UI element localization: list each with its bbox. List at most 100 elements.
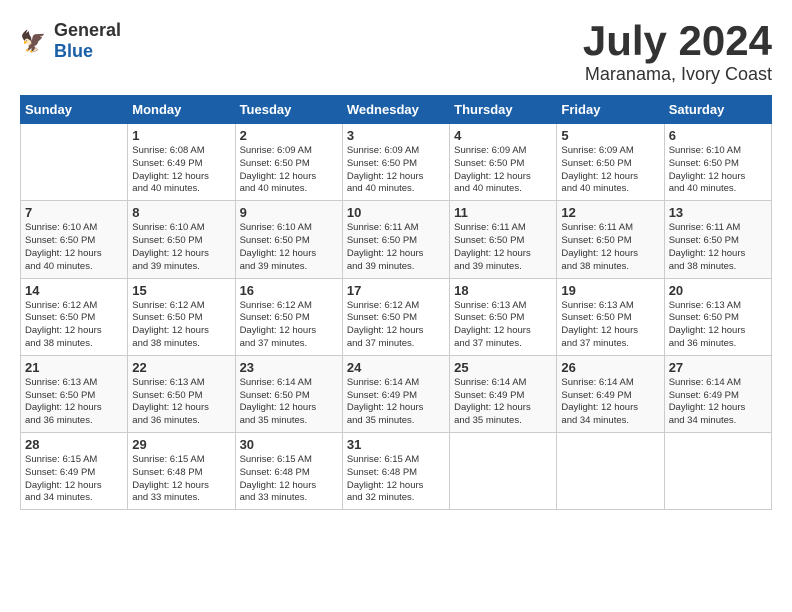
calendar-cell: 19 Sunrise: 6:13 AM Sunset: 6:50 PM Dayli… (557, 278, 664, 355)
day-info: Sunrise: 6:09 AM Sunset: 6:50 PM Dayligh… (347, 145, 445, 196)
day-info: Sunrise: 6:10 AM Sunset: 6:50 PM Dayligh… (669, 145, 767, 196)
calendar-table: SundayMondayTuesdayWednesdayThursdayFrid… (20, 95, 772, 510)
calendar-cell: 10 Sunrise: 6:11 AM Sunset: 6:50 PM Dayli… (342, 201, 449, 278)
calendar-cell: 24 Sunrise: 6:14 AM Sunset: 6:49 PM Dayli… (342, 355, 449, 432)
logo-blue: Blue (54, 41, 93, 61)
logo-general: General (54, 20, 121, 40)
day-number: 31 (347, 437, 445, 452)
calendar-cell: 15Sunrise: 6:12 AM Sunset: 6:50 PM Dayli… (128, 278, 235, 355)
calendar-cell (21, 124, 128, 201)
calendar-cell: 29 Sunrise: 6:15 AM Sunset: 6:48 PM Dayli… (128, 433, 235, 510)
day-info: Sunrise: 6:14 AM Sunset: 6:49 PM Dayligh… (347, 377, 445, 428)
calendar-cell: 20 Sunrise: 6:13 AM Sunset: 6:50 PM Dayli… (664, 278, 771, 355)
day-number: 1 (132, 128, 230, 143)
day-number: 11 (454, 205, 552, 220)
day-number: 9 (240, 205, 338, 220)
day-number: 20 (669, 283, 767, 298)
day-info: Sunrise: 6:11 AM Sunset: 6:50 PM Dayligh… (347, 222, 445, 273)
day-number: 22 (132, 360, 230, 375)
calendar-cell: 27Sunrise: 6:14 AM Sunset: 6:49 PM Dayli… (664, 355, 771, 432)
day-info: Sunrise: 6:14 AM Sunset: 6:50 PM Dayligh… (240, 377, 338, 428)
day-number: 28 (25, 437, 123, 452)
calendar-cell: 16Sunrise: 6:12 AM Sunset: 6:50 PM Dayli… (235, 278, 342, 355)
svg-text:🦅: 🦅 (20, 29, 46, 54)
day-number: 25 (454, 360, 552, 375)
logo-icon: 🦅 (20, 26, 50, 56)
calendar-day-header: Friday (557, 96, 664, 124)
calendar-cell: 1 Sunrise: 6:08 AM Sunset: 6:49 PM Daylig… (128, 124, 235, 201)
calendar-cell: 13Sunrise: 6:11 AM Sunset: 6:50 PM Dayli… (664, 201, 771, 278)
day-number: 24 (347, 360, 445, 375)
day-number: 30 (240, 437, 338, 452)
day-info: Sunrise: 6:15 AM Sunset: 6:48 PM Dayligh… (132, 454, 230, 505)
day-info: Sunrise: 6:13 AM Sunset: 6:50 PM Dayligh… (25, 377, 123, 428)
day-number: 3 (347, 128, 445, 143)
calendar-cell: 2 Sunrise: 6:09 AM Sunset: 6:50 PM Daylig… (235, 124, 342, 201)
day-number: 19 (561, 283, 659, 298)
calendar-cell: 25 Sunrise: 6:14 AM Sunset: 6:49 PM Dayli… (450, 355, 557, 432)
calendar-day-header: Sunday (21, 96, 128, 124)
day-info: Sunrise: 6:09 AM Sunset: 6:50 PM Dayligh… (454, 145, 552, 196)
calendar-day-header: Tuesday (235, 96, 342, 124)
calendar-cell: 14Sunrise: 6:12 AM Sunset: 6:50 PM Dayli… (21, 278, 128, 355)
calendar-cell: 6Sunrise: 6:10 AM Sunset: 6:50 PM Daylig… (664, 124, 771, 201)
calendar-cell: 30Sunrise: 6:15 AM Sunset: 6:48 PM Dayli… (235, 433, 342, 510)
day-info: Sunrise: 6:10 AM Sunset: 6:50 PM Dayligh… (132, 222, 230, 273)
calendar-cell: 11 Sunrise: 6:11 AM Sunset: 6:50 PM Dayli… (450, 201, 557, 278)
day-info: Sunrise: 6:11 AM Sunset: 6:50 PM Dayligh… (561, 222, 659, 273)
calendar-cell: 17Sunrise: 6:12 AM Sunset: 6:50 PM Dayli… (342, 278, 449, 355)
calendar-cell: 26Sunrise: 6:14 AM Sunset: 6:49 PM Dayli… (557, 355, 664, 432)
calendar-cell (664, 433, 771, 510)
day-info: Sunrise: 6:13 AM Sunset: 6:50 PM Dayligh… (454, 300, 552, 351)
day-info: Sunrise: 6:14 AM Sunset: 6:49 PM Dayligh… (454, 377, 552, 428)
calendar-cell: 28 Sunrise: 6:15 AM Sunset: 6:49 PM Dayli… (21, 433, 128, 510)
calendar-cell: 18 Sunrise: 6:13 AM Sunset: 6:50 PM Dayli… (450, 278, 557, 355)
main-title: July 2024 (583, 20, 772, 62)
calendar-cell: 4 Sunrise: 6:09 AM Sunset: 6:50 PM Daylig… (450, 124, 557, 201)
calendar-week-row: 1 Sunrise: 6:08 AM Sunset: 6:49 PM Daylig… (21, 124, 772, 201)
day-number: 4 (454, 128, 552, 143)
day-info: Sunrise: 6:08 AM Sunset: 6:49 PM Dayligh… (132, 145, 230, 196)
calendar-cell: 23 Sunrise: 6:14 AM Sunset: 6:50 PM Dayli… (235, 355, 342, 432)
calendar-cell: 22 Sunrise: 6:13 AM Sunset: 6:50 PM Dayli… (128, 355, 235, 432)
day-info: Sunrise: 6:12 AM Sunset: 6:50 PM Dayligh… (25, 300, 123, 351)
day-info: Sunrise: 6:11 AM Sunset: 6:50 PM Dayligh… (454, 222, 552, 273)
calendar-week-row: 21 Sunrise: 6:13 AM Sunset: 6:50 PM Dayli… (21, 355, 772, 432)
day-number: 8 (132, 205, 230, 220)
day-number: 7 (25, 205, 123, 220)
day-info: Sunrise: 6:15 AM Sunset: 6:48 PM Dayligh… (347, 454, 445, 505)
day-info: Sunrise: 6:09 AM Sunset: 6:50 PM Dayligh… (240, 145, 338, 196)
calendar-cell: 3 Sunrise: 6:09 AM Sunset: 6:50 PM Daylig… (342, 124, 449, 201)
day-number: 12 (561, 205, 659, 220)
calendar-day-header: Wednesday (342, 96, 449, 124)
day-info: Sunrise: 6:13 AM Sunset: 6:50 PM Dayligh… (561, 300, 659, 351)
calendar-cell: 9Sunrise: 6:10 AM Sunset: 6:50 PM Daylig… (235, 201, 342, 278)
calendar-cell: 21 Sunrise: 6:13 AM Sunset: 6:50 PM Dayli… (21, 355, 128, 432)
day-info: Sunrise: 6:12 AM Sunset: 6:50 PM Dayligh… (132, 300, 230, 351)
day-number: 29 (132, 437, 230, 452)
day-number: 16 (240, 283, 338, 298)
calendar-cell: 8 Sunrise: 6:10 AM Sunset: 6:50 PM Daylig… (128, 201, 235, 278)
calendar-day-header: Saturday (664, 96, 771, 124)
calendar-week-row: 28 Sunrise: 6:15 AM Sunset: 6:49 PM Dayli… (21, 433, 772, 510)
day-number: 13 (669, 205, 767, 220)
day-info: Sunrise: 6:13 AM Sunset: 6:50 PM Dayligh… (669, 300, 767, 351)
calendar-cell: 12 Sunrise: 6:11 AM Sunset: 6:50 PM Dayli… (557, 201, 664, 278)
day-number: 23 (240, 360, 338, 375)
day-number: 5 (561, 128, 659, 143)
day-number: 27 (669, 360, 767, 375)
day-info: Sunrise: 6:13 AM Sunset: 6:50 PM Dayligh… (132, 377, 230, 428)
calendar-header-row: SundayMondayTuesdayWednesdayThursdayFrid… (21, 96, 772, 124)
day-number: 2 (240, 128, 338, 143)
day-info: Sunrise: 6:10 AM Sunset: 6:50 PM Dayligh… (25, 222, 123, 273)
day-number: 21 (25, 360, 123, 375)
day-info: Sunrise: 6:09 AM Sunset: 6:50 PM Dayligh… (561, 145, 659, 196)
calendar-cell (450, 433, 557, 510)
day-info: Sunrise: 6:12 AM Sunset: 6:50 PM Dayligh… (347, 300, 445, 351)
day-info: Sunrise: 6:15 AM Sunset: 6:49 PM Dayligh… (25, 454, 123, 505)
day-number: 18 (454, 283, 552, 298)
calendar-cell: 7 Sunrise: 6:10 AM Sunset: 6:50 PM Daylig… (21, 201, 128, 278)
subtitle: Maranama, Ivory Coast (583, 64, 772, 85)
day-number: 10 (347, 205, 445, 220)
calendar-cell: 31 Sunrise: 6:15 AM Sunset: 6:48 PM Dayli… (342, 433, 449, 510)
